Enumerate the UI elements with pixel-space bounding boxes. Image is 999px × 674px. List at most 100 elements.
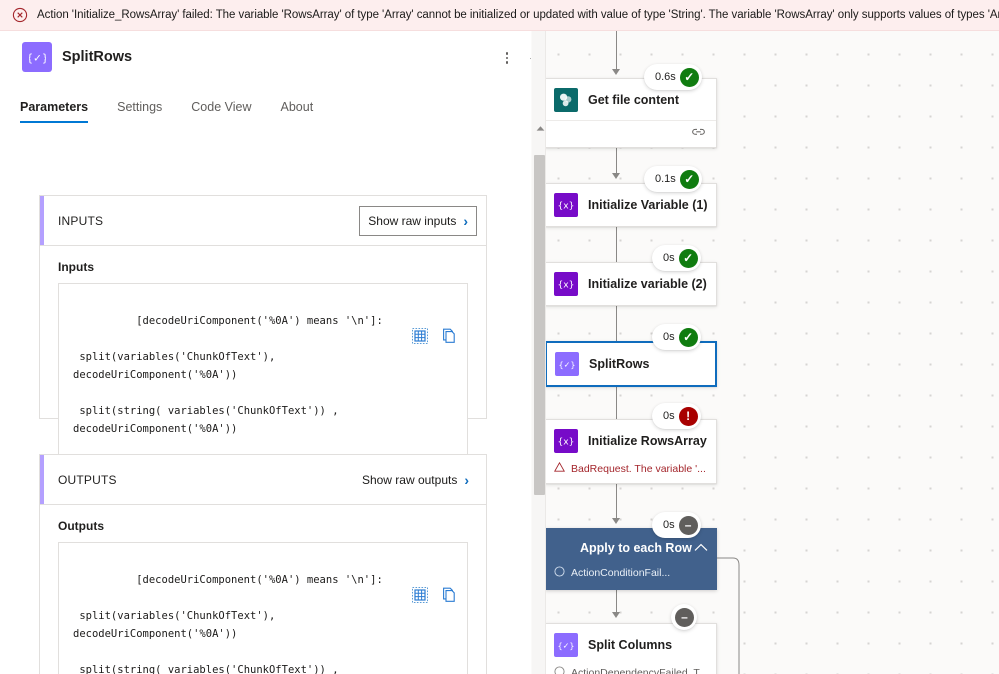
collapse-panel-button[interactable] <box>523 47 531 69</box>
connector <box>616 484 617 518</box>
tab-about-label: About <box>280 100 314 114</box>
flow-node-subtitle-text: ActionDependencyFailed. T... <box>571 667 708 674</box>
status-badge-apply-to-each-row: 0s – <box>652 512 701 538</box>
copy-icon[interactable] <box>441 292 457 343</box>
action-detail-pane: {✓} SplitRows Parameters Settings Code V… <box>0 31 531 674</box>
ellipsis-vertical-icon <box>505 52 509 64</box>
flow-node-subtitle: ActionDependencyFailed. T... <box>546 666 716 674</box>
connector-arrow <box>612 518 620 524</box>
inputs-card-title: INPUTS <box>58 213 104 228</box>
page-title: SplitRows <box>62 49 133 65</box>
status-badge-get-file-content: 0.6s ✓ <box>644 64 702 90</box>
flow-node-title: Split Columns <box>588 638 673 652</box>
inputs-field-label: Inputs <box>58 260 94 274</box>
skipped-circle-icon <box>554 666 565 674</box>
show-raw-inputs-label: Show raw inputs <box>368 214 457 228</box>
inputs-accent-bar <box>40 196 44 245</box>
more-options-button[interactable] <box>496 47 518 69</box>
connector-arrow <box>612 69 620 75</box>
flow-scope-subtitle-text: ActionConditionFail... <box>571 567 671 579</box>
flow-node-title: Initialize Variable (1) <box>588 198 708 212</box>
connector <box>616 31 617 69</box>
table-view-icon[interactable] <box>412 292 428 344</box>
show-raw-outputs-label: Show raw outputs <box>361 473 458 487</box>
status-badge-splitrows: 0s ✓ <box>652 324 701 350</box>
badge-duration: 0.6s <box>655 71 676 83</box>
svg-text:{x}: {x} <box>558 281 575 291</box>
connector-arrow <box>612 173 620 179</box>
table-view-icon[interactable] <box>412 551 428 603</box>
flow-node-initialize-rowsarray[interactable]: {x} Initialize RowsArray BadRequest. The… <box>545 419 717 484</box>
svg-text:{✓}: {✓} <box>558 360 575 370</box>
status-badge-initialize-variable-1: 0.1s ✓ <box>644 166 702 192</box>
badge-duration: 0s <box>663 331 675 343</box>
inputs-code-actions <box>412 292 457 344</box>
success-check-icon: ✓ <box>678 248 698 268</box>
status-badge-split-columns: – <box>671 604 697 630</box>
outputs-card-title: OUTPUTS <box>58 472 117 487</box>
variable-icon: {x} <box>554 272 578 296</box>
canvas-scrollbar-thumb[interactable] <box>534 155 545 495</box>
badge-duration: 0.1s <box>655 173 676 185</box>
badge-duration: 0s <box>663 410 675 422</box>
chevron-up-icon[interactable] <box>694 540 708 555</box>
outputs-code-text: [decodeUriComponent('%0A') means '\n']: … <box>73 574 383 674</box>
compose-action-icon: {✓} <box>555 352 579 376</box>
copy-icon[interactable] <box>441 551 457 602</box>
detail-pane-header: {✓} SplitRows <box>0 31 531 89</box>
inputs-card-header: INPUTS Show raw inputs › <box>40 196 486 246</box>
skipped-circle-icon <box>554 566 565 580</box>
inputs-card-body: Inputs [decodeUriComponent('%0A') means … <box>40 246 486 487</box>
connector <box>616 148 617 173</box>
flow-scope-subtitle: ActionConditionFail... <box>546 566 716 580</box>
tab-about[interactable]: About <box>281 97 329 123</box>
error-banner: Action 'Initialize_RowsArray' failed: Th… <box>0 0 999 31</box>
svg-text:{x}: {x} <box>558 438 575 448</box>
error-message: Action 'Initialize_RowsArray' failed: Th… <box>37 9 999 21</box>
flow-scope-title: Apply to each Row <box>580 540 692 555</box>
inputs-code-text: [decodeUriComponent('%0A') means '\n']: … <box>73 315 383 435</box>
flow-node-title: Get file content <box>588 92 679 107</box>
scroll-up-arrow-icon[interactable] <box>535 123 545 133</box>
tab-settings-label: Settings <box>117 100 163 114</box>
chain-link-icon[interactable] <box>691 125 706 143</box>
status-badge-initialize-rowsarray: 0s ! <box>652 403 701 429</box>
flow-node-title: Initialize variable (2) <box>588 277 707 291</box>
detail-pane-tabs: Parameters Settings Code View About <box>20 97 328 123</box>
workflow-canvas[interactable]: Get file content 0.6s ✓ {x} Initialize V… <box>531 31 999 674</box>
chevron-right-icon: › <box>464 472 469 488</box>
flow-node-split-columns[interactable]: {✓} Split Columns ActionDependencyFailed… <box>545 623 717 674</box>
tab-parameters[interactable]: Parameters <box>20 97 103 123</box>
tab-settings[interactable]: Settings <box>117 97 177 123</box>
flow-node-link-row <box>546 120 716 147</box>
sharepoint-icon <box>554 87 578 112</box>
success-check-icon: ✓ <box>679 169 699 189</box>
tab-code-view-label: Code View <box>191 100 252 114</box>
svg-text:{x}: {x} <box>558 202 575 212</box>
outputs-card: OUTPUTS Show raw outputs › Outputs [deco… <box>39 454 487 674</box>
svg-text:{✓}: {✓} <box>29 52 46 64</box>
badge-duration: 0s <box>663 252 675 264</box>
canvas-scrollbar[interactable] <box>532 31 546 674</box>
error-circle-icon <box>12 7 28 23</box>
outputs-code-box[interactable]: [decodeUriComponent('%0A') means '\n']: … <box>58 542 468 674</box>
show-raw-inputs-button[interactable]: Show raw inputs › <box>359 206 477 236</box>
outputs-accent-bar <box>40 455 44 504</box>
variable-icon: {x} <box>554 193 578 217</box>
outputs-card-body: Outputs [decodeUriComponent('%0A') means… <box>40 505 486 674</box>
tab-code-view[interactable]: Code View <box>191 97 266 123</box>
flow-node-header: {✓} Split Columns <box>546 624 716 666</box>
tab-parameters-label: Parameters <box>20 100 89 114</box>
scope-branch-connector <box>717 557 740 674</box>
status-badge-initialize-variable-2: 0s ✓ <box>652 245 701 271</box>
show-raw-outputs-button[interactable]: Show raw outputs › <box>353 465 477 495</box>
skipped-dash-icon: – <box>675 607 694 627</box>
svg-text:{✓}: {✓} <box>557 641 574 651</box>
badge-duration: 0s <box>663 519 675 531</box>
compose-action-icon: {✓} <box>554 633 578 657</box>
flow-node-error-text: BadRequest. The variable '... <box>571 462 706 475</box>
outputs-card-header: OUTPUTS Show raw outputs › <box>40 455 486 505</box>
compose-action-icon: {✓} <box>22 42 52 72</box>
skipped-dash-icon: – <box>678 515 698 535</box>
error-exclamation-icon: ! <box>678 406 698 426</box>
